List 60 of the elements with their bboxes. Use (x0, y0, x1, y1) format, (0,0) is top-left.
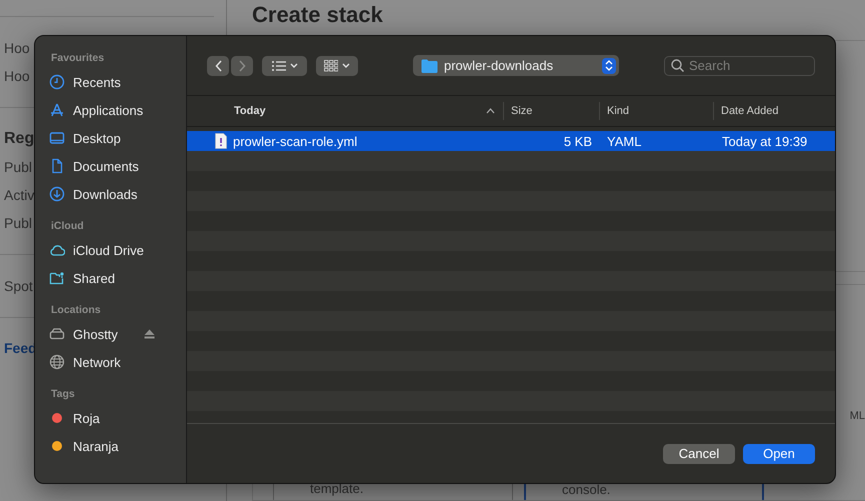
clock-icon (49, 74, 65, 90)
file-kind: YAML (607, 134, 642, 148)
nav-item[interactable]: Publ (4, 214, 32, 232)
list-icon (272, 60, 286, 70)
back-button[interactable] (207, 56, 229, 76)
sidebar-item[interactable]: Downloads (47, 180, 138, 208)
sidebar-item[interactable]: Shared (47, 264, 115, 292)
eject-icon[interactable] (144, 329, 155, 339)
file-icon (215, 133, 227, 149)
sidebar-item[interactable]: Network (47, 348, 121, 376)
sidebar-item[interactable]: Recents (47, 68, 121, 96)
forward-button[interactable] (231, 56, 253, 76)
section-heading: Favourites (51, 52, 104, 64)
page-title: Create stack (252, 2, 383, 28)
sidebar-item[interactable]: Naranja (47, 432, 119, 460)
sidebar-item[interactable]: Documents (47, 152, 139, 180)
card-text: ML (850, 410, 865, 422)
nav-item[interactable]: Hoo (4, 39, 30, 57)
cancel-button[interactable]: Cancel (663, 444, 735, 464)
sidebar-item[interactable]: Desktop (47, 124, 121, 152)
chevron-down-icon (342, 63, 350, 68)
nav-item[interactable]: Spot (4, 277, 33, 295)
download-icon (49, 186, 65, 202)
list-view-button[interactable] (262, 56, 307, 76)
stepper-icon (602, 58, 616, 74)
nav-item[interactable]: Hoo (4, 67, 30, 85)
sidebar-item[interactable]: Applications (47, 96, 144, 124)
search-field[interactable]: Search (664, 56, 815, 76)
file-date: Today at 19:39 (722, 134, 808, 148)
search-icon (671, 59, 684, 72)
folder-icon (421, 58, 438, 72)
column-header[interactable]: Size (503, 102, 599, 120)
sidebar-item[interactable]: Roja (47, 404, 100, 432)
file-name: prowler-scan-role.yml (215, 133, 358, 149)
section-heading: Locations (51, 304, 101, 316)
sidebar-item[interactable]: iCloud Drive (47, 236, 144, 264)
section-heading: Tags (51, 388, 75, 400)
nav-heading: Reg (4, 130, 34, 148)
globe-icon (49, 354, 65, 370)
search-input[interactable]: Search (689, 58, 799, 73)
column-header[interactable]: Today (187, 102, 503, 120)
section-heading: iCloud (51, 220, 84, 232)
nav-item[interactable]: Publ (4, 158, 32, 176)
chevron-left-icon (214, 60, 222, 72)
column-header[interactable]: Date Added (713, 102, 835, 120)
grid-icon (324, 60, 338, 72)
apps-icon (49, 102, 65, 118)
chevron-right-icon (238, 60, 246, 72)
file-size: 5 KB (564, 134, 592, 148)
sidebar-item[interactable]: Ghostty (47, 320, 155, 348)
desktop-icon (49, 130, 65, 146)
grid-view-button[interactable] (316, 56, 358, 76)
column-header[interactable]: Kind (599, 102, 713, 120)
file-row[interactable]: prowler-scan-role.yml 5 KB YAML Today at 19:39 (187, 131, 835, 151)
chevron-down-icon (290, 63, 298, 68)
location-popup[interactable]: prowler-downloads (413, 55, 619, 76)
drive-icon (49, 326, 65, 342)
shared-folder-icon (49, 270, 65, 286)
nav-item[interactable]: Activ (4, 186, 34, 204)
open-button[interactable]: Open (743, 444, 815, 464)
